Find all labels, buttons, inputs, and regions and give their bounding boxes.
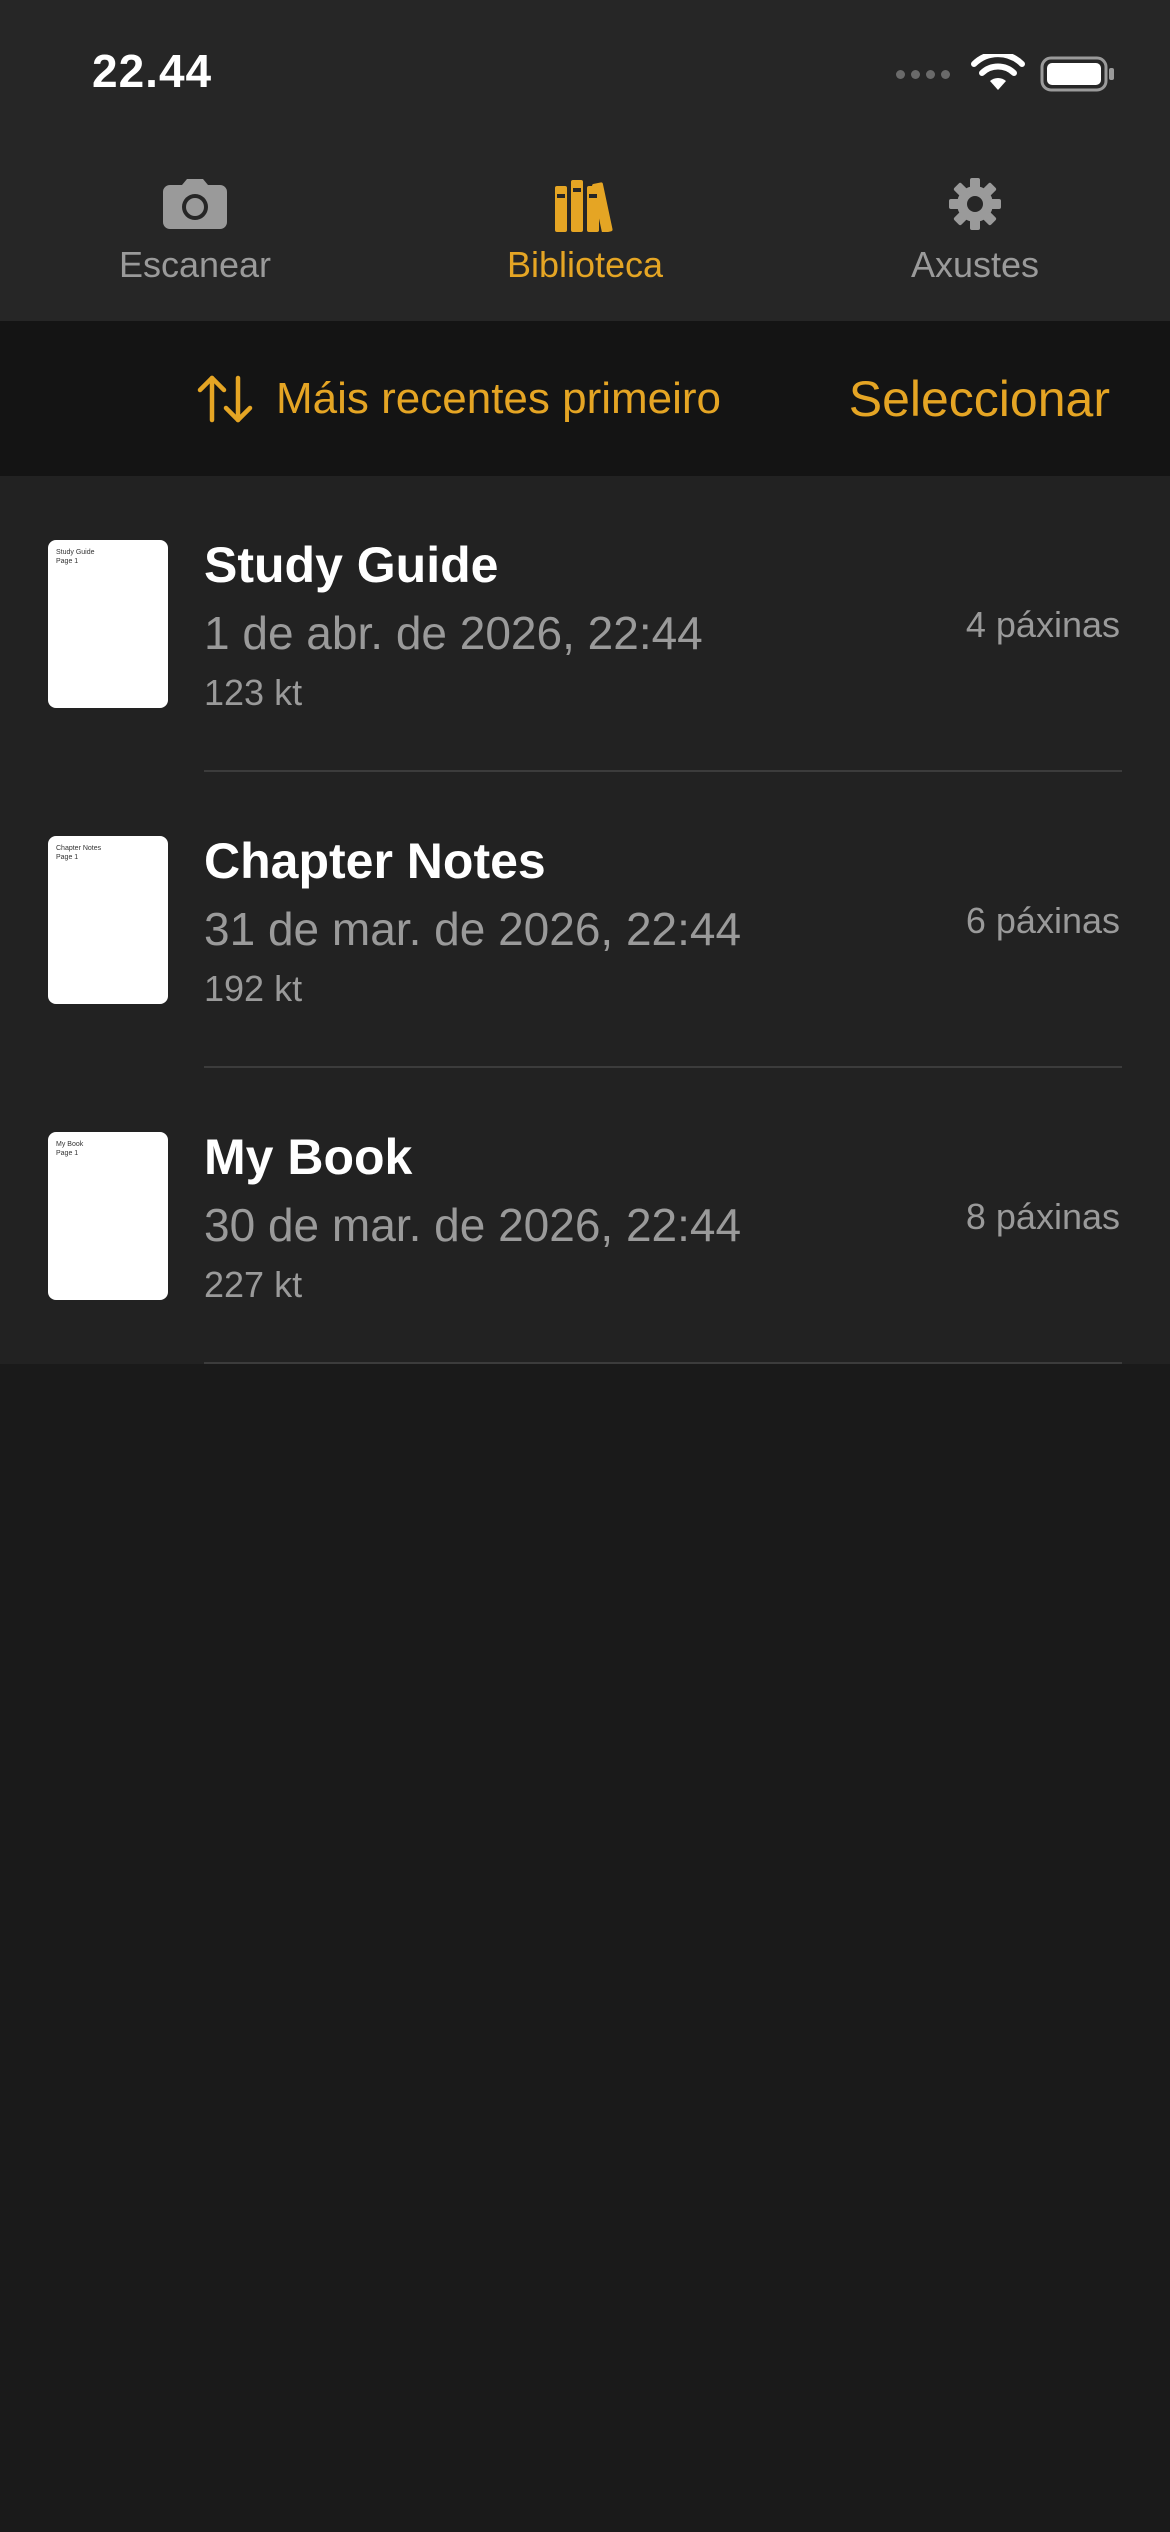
document-title: My Book xyxy=(204,1129,413,1185)
status-time: 22.44 xyxy=(92,45,213,97)
document-date: 31 de mar. de 2026, 22:44 xyxy=(204,903,742,955)
list-item[interactable]: Chapter Notes Page 1 Chapter Notes 31 de… xyxy=(0,772,1170,1068)
document-date: 30 de mar. de 2026, 22:44 xyxy=(204,1199,742,1251)
tab-scan[interactable]: Escanear xyxy=(0,140,390,321)
gear-icon xyxy=(947,176,1003,232)
library-screen: 22.44 Escanear Biblioteca Axustes Máis r… xyxy=(0,0,1170,2532)
battery-icon xyxy=(1040,56,1114,92)
document-page-count: 4 páxinas xyxy=(965,604,1120,645)
thumbnail-text: Study Guide Page 1 xyxy=(56,549,95,565)
tab-scan-label: Escanear xyxy=(118,244,272,285)
cellular-signal-icon xyxy=(896,69,950,79)
document-date: 1 de abr. de 2026, 22:44 xyxy=(204,607,703,659)
document-title: Study Guide xyxy=(204,537,499,593)
list-item[interactable]: Study Guide Page 1 Study Guide 1 de abr.… xyxy=(0,476,1170,772)
tab-library-label: Biblioteca xyxy=(506,244,664,285)
sort-button[interactable]: Máis recentes primeiro xyxy=(196,321,721,476)
library-toolbar: Máis recentes primeiro Seleccionar xyxy=(0,321,1170,476)
document-size: 227 kt xyxy=(204,1264,303,1305)
divider xyxy=(204,1362,1122,1364)
document-page-count: 6 páxinas xyxy=(965,900,1120,941)
thumbnail-text: My Book Page 1 xyxy=(56,1141,84,1157)
thumbnail-text: Chapter Notes Page 1 xyxy=(56,845,102,861)
tab-settings-label: Axustes xyxy=(910,244,1040,285)
document-thumbnail: Study Guide Page 1 xyxy=(48,540,168,708)
document-size: 123 kt xyxy=(204,672,303,713)
document-size: 192 kt xyxy=(204,968,303,1009)
list-item[interactable]: My Book Page 1 My Book 30 de mar. de 202… xyxy=(0,1068,1170,1364)
document-page-count: 8 páxinas xyxy=(965,1196,1120,1237)
select-button[interactable]: Seleccionar xyxy=(849,321,1110,476)
document-thumbnail: Chapter Notes Page 1 xyxy=(48,836,168,1004)
status-icons xyxy=(896,52,1116,96)
document-list: Study Guide Page 1 Study Guide 1 de abr.… xyxy=(0,476,1170,1364)
top-tab-bar: Escanear Biblioteca Axustes xyxy=(0,140,1170,321)
status-bar: 22.44 xyxy=(0,0,1170,140)
document-title: Chapter Notes xyxy=(204,833,546,889)
tab-settings[interactable]: Axustes xyxy=(780,140,1170,321)
books-icon xyxy=(553,176,617,232)
sort-label: Máis recentes primeiro xyxy=(276,373,722,423)
wifi-icon xyxy=(971,54,1025,90)
sort-arrows-icon xyxy=(197,375,253,422)
tab-library[interactable]: Biblioteca xyxy=(390,140,780,321)
camera-icon xyxy=(162,176,228,232)
document-thumbnail: My Book Page 1 xyxy=(48,1132,168,1300)
